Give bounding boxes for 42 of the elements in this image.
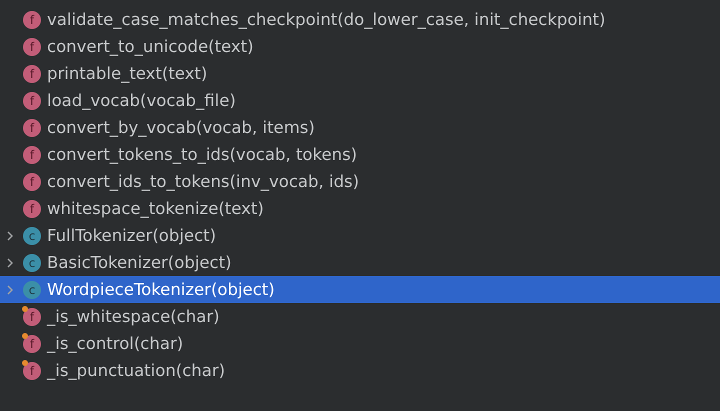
tree-item[interactable]: f validate_case_matches_checkpoint(do_lower_case, init_checkpoint) bbox=[0, 6, 720, 33]
tree-item[interactable]: c WordpieceTokenizer(object) bbox=[0, 276, 720, 303]
function-icon: f bbox=[23, 308, 41, 326]
function-icon: f bbox=[23, 38, 41, 56]
function-icon: f bbox=[23, 172, 41, 190]
class-icon: c bbox=[23, 280, 41, 298]
tree-item[interactable]: f _is_whitespace(char) bbox=[0, 303, 720, 330]
class-icon: c bbox=[23, 226, 41, 244]
item-label: _is_whitespace(char) bbox=[47, 307, 220, 326]
function-icon: f bbox=[23, 92, 41, 110]
item-label: whitespace_tokenize(text) bbox=[47, 199, 264, 218]
function-icon: f bbox=[23, 64, 41, 82]
tree-item[interactable]: c BasicTokenizer(object) bbox=[0, 249, 720, 276]
item-label: validate_case_matches_checkpoint(do_lower_case, init_checkpoint) bbox=[47, 10, 606, 29]
tree-item[interactable]: f load_vocab(vocab_file) bbox=[0, 87, 720, 114]
item-label: convert_to_unicode(text) bbox=[47, 37, 254, 56]
item-label: BasicTokenizer(object) bbox=[47, 253, 232, 272]
function-icon: f bbox=[23, 146, 41, 164]
item-label: WordpieceTokenizer(object) bbox=[47, 280, 275, 299]
tree-item[interactable]: f whitespace_tokenize(text) bbox=[0, 195, 720, 222]
tree-item[interactable]: f printable_text(text) bbox=[0, 60, 720, 87]
item-label: printable_text(text) bbox=[47, 64, 208, 83]
item-label: convert_by_vocab(vocab, items) bbox=[47, 118, 315, 137]
item-label: _is_punctuation(char) bbox=[47, 361, 226, 380]
function-icon: f bbox=[23, 118, 41, 136]
tree-item[interactable]: f convert_tokens_to_ids(vocab, tokens) bbox=[0, 141, 720, 168]
tree-item[interactable]: f _is_control(char) bbox=[0, 330, 720, 357]
tree-item[interactable]: f convert_to_unicode(text) bbox=[0, 33, 720, 60]
tree-item[interactable]: f convert_by_vocab(vocab, items) bbox=[0, 114, 720, 141]
item-label: load_vocab(vocab_file) bbox=[47, 91, 236, 110]
function-icon: f bbox=[23, 200, 41, 218]
class-icon: c bbox=[23, 254, 41, 272]
item-label: FullTokenizer(object) bbox=[47, 226, 216, 245]
function-icon: f bbox=[23, 362, 41, 380]
item-label: convert_ids_to_tokens(inv_vocab, ids) bbox=[47, 172, 360, 191]
function-icon: f bbox=[23, 10, 41, 28]
tree-item[interactable]: f convert_ids_to_tokens(inv_vocab, ids) bbox=[0, 168, 720, 195]
item-label: convert_tokens_to_ids(vocab, tokens) bbox=[47, 145, 358, 164]
tree-item[interactable]: f _is_punctuation(char) bbox=[0, 357, 720, 384]
tree-item[interactable]: c FullTokenizer(object) bbox=[0, 222, 720, 249]
item-label: _is_control(char) bbox=[47, 334, 184, 353]
function-icon: f bbox=[23, 334, 41, 352]
